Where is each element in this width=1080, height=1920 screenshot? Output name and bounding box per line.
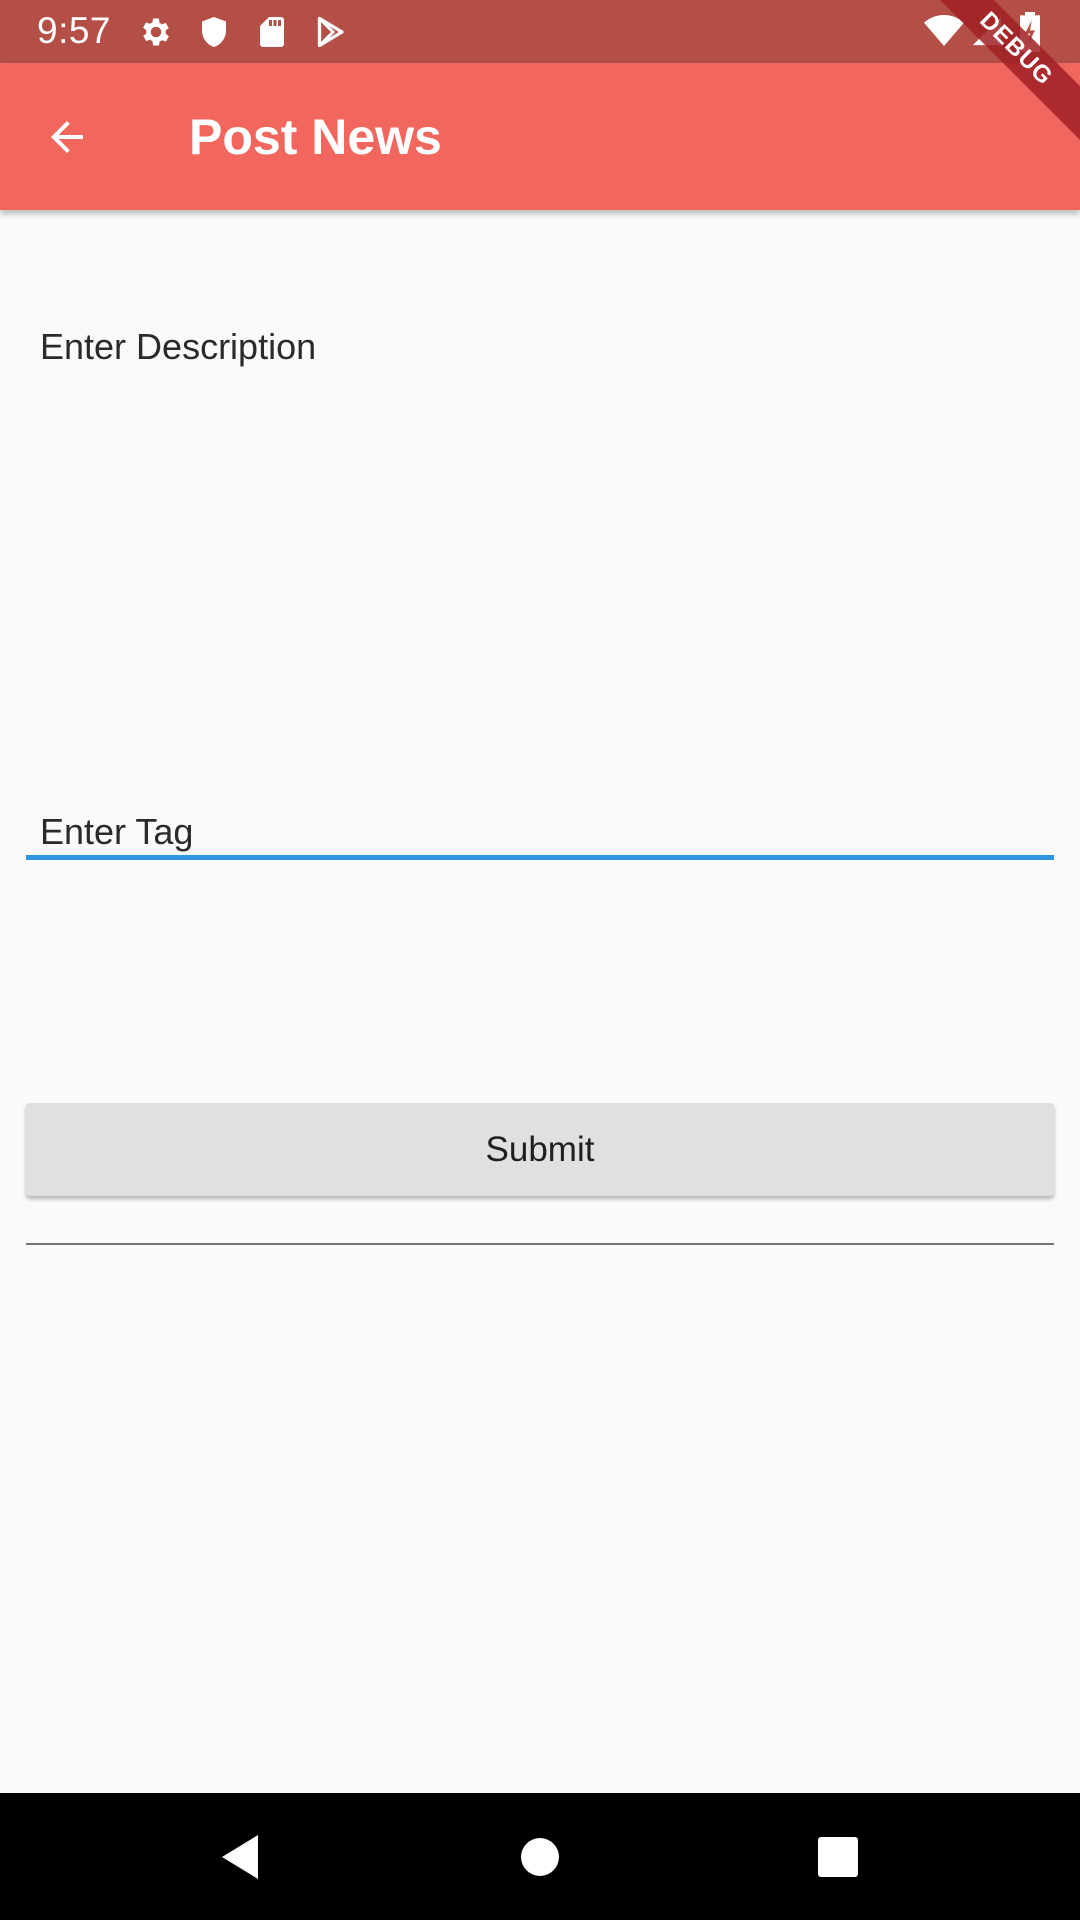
recents-square-icon[interactable]: [806, 1825, 870, 1889]
app-bar: Post News: [0, 63, 1080, 210]
submit-button[interactable]: Submit: [26, 1103, 1054, 1196]
arrow-back-icon: [43, 113, 91, 161]
home-circle-icon[interactable]: [508, 1825, 572, 1889]
gear-icon: [138, 14, 174, 50]
back-button[interactable]: [34, 104, 100, 170]
page-title: Post News: [189, 109, 442, 165]
description-field[interactable]: Enter Description: [26, 325, 1054, 865]
status-bar: 9:57: [0, 0, 1080, 63]
wifi-icon: [924, 14, 964, 48]
tag-underline: [26, 1243, 1054, 1245]
tag-label: Enter Tag: [40, 811, 194, 852]
battery-charging-icon: [1016, 12, 1044, 52]
description-label: Enter Description: [40, 326, 317, 367]
shield-icon: [196, 14, 232, 50]
play-store-icon: [312, 14, 348, 50]
cell-signal-icon: [970, 14, 1004, 48]
system-nav-bar: [0, 1793, 1080, 1920]
form-content: Enter Description Enter Tag Submit: [0, 210, 1080, 1793]
sd-card-icon: [254, 14, 290, 50]
back-triangle-icon[interactable]: [208, 1825, 272, 1889]
description-input[interactable]: [26, 395, 1054, 835]
status-time: 9:57: [37, 10, 112, 51]
